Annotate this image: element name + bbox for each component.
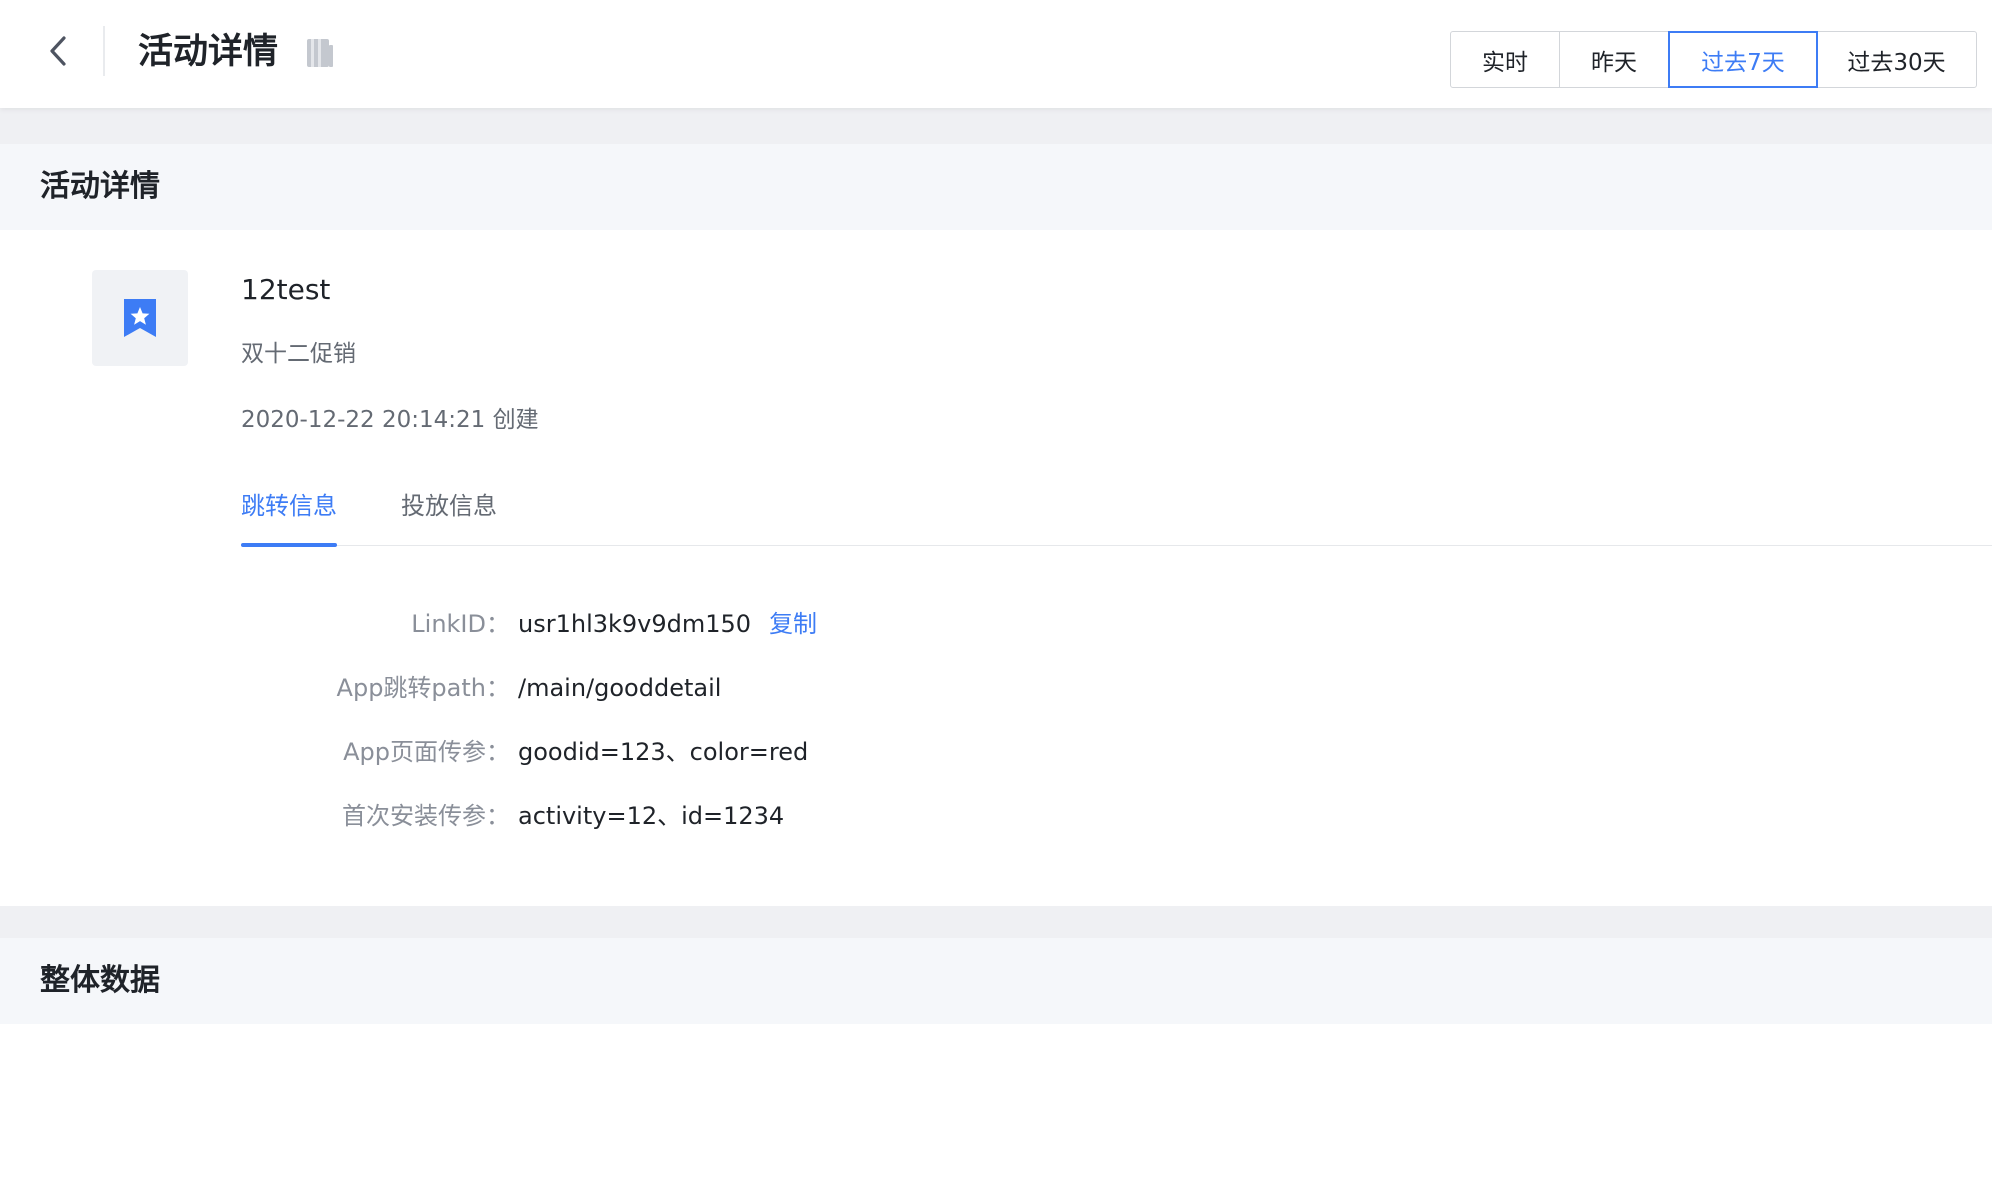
page-params-value: goodid=123、color=red <box>518 738 809 766</box>
details-section-header: 活动详情 <box>0 144 1992 230</box>
detail-tabs: 跳转信息 投放信息 <box>241 480 1992 547</box>
activity-avatar <box>92 270 188 366</box>
top-header: 活动详情 实时 昨天 过去7天 过去30天 <box>0 0 1992 108</box>
page-title: 活动详情 <box>138 32 279 72</box>
app-path-label: App跳转path： <box>336 674 510 702</box>
activity-description: 双十二促销 <box>241 341 356 367</box>
section-gap <box>0 108 1992 144</box>
page: 活动详情 实时 昨天 过去7天 过去30天 活动详情 12test 双十二促销 … <box>0 0 1992 1200</box>
page-params-label: App页面传参： <box>343 738 510 766</box>
app-path-value: /main/gooddetail <box>518 674 722 702</box>
section-gap-2 <box>0 906 1992 938</box>
details-section-title: 活动详情 <box>40 169 160 204</box>
document-icon[interactable] <box>305 36 335 70</box>
back-button[interactable] <box>38 28 78 74</box>
chevron-left-icon <box>50 36 66 66</box>
copy-link-id-button[interactable]: 复制 <box>769 610 817 638</box>
link-id-value-group: usr1hl3k9v9dm150 复制 <box>518 602 817 646</box>
overall-section-title: 整体数据 <box>40 963 160 998</box>
bookmark-star-icon <box>124 299 156 337</box>
tab-delivery-info[interactable]: 投放信息 <box>401 480 497 546</box>
link-id-row: LinkID： usr1hl3k9v9dm150 复制 <box>0 602 1200 646</box>
page-params-row: App页面传参： goodid=123、color=red <box>0 730 1200 774</box>
install-params-value: activity=12、id=1234 <box>518 802 785 830</box>
overall-section-header: 整体数据 <box>0 938 1992 1024</box>
activity-name: 12test <box>241 273 331 306</box>
activity-created-time: 2020-12-22 20:14:21 创建 <box>241 407 539 433</box>
range-realtime-button[interactable]: 实时 <box>1450 31 1560 88</box>
install-params-label: 首次安装传参： <box>342 802 510 830</box>
app-path-row: App跳转path： /main/gooddetail <box>0 666 1200 710</box>
range-yesterday-button[interactable]: 昨天 <box>1558 31 1670 88</box>
range-last30days-button[interactable]: 过去30天 <box>1816 31 1977 88</box>
link-id-label: LinkID： <box>411 610 510 638</box>
header-divider <box>103 26 105 76</box>
tab-jump-info[interactable]: 跳转信息 <box>241 480 337 547</box>
time-range-selector: 实时 昨天 过去7天 过去30天 <box>1450 31 1977 88</box>
install-params-row: 首次安装传参： activity=12、id=1234 <box>0 794 1200 838</box>
range-last7days-button[interactable]: 过去7天 <box>1668 31 1818 88</box>
link-id-value: usr1hl3k9v9dm150 <box>518 610 752 638</box>
